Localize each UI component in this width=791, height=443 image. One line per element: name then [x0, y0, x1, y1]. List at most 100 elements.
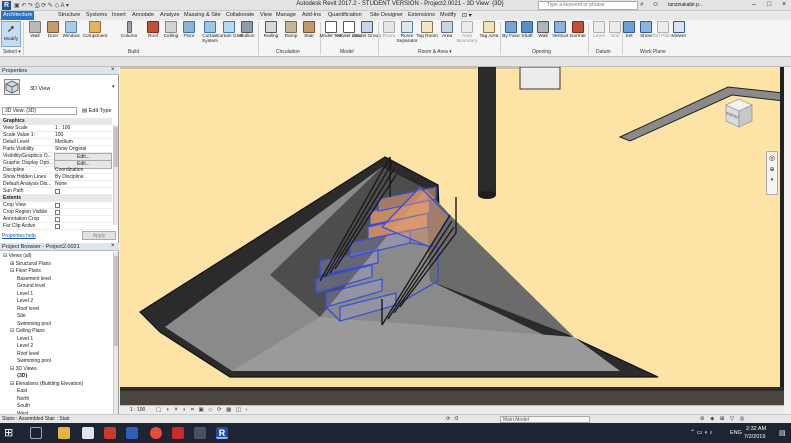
properties-scrollbar[interactable]: [113, 125, 118, 225]
property-row[interactable]: Annotation Crop: [0, 216, 112, 223]
tree-item[interactable]: Roof level: [17, 351, 39, 358]
file-explorer-icon[interactable]: [58, 427, 70, 439]
worksets-icon[interactable]: ⟳: [446, 416, 450, 422]
tab-structure[interactable]: Structure: [56, 11, 82, 20]
tree-item[interactable]: {3D}: [17, 373, 27, 380]
property-row[interactable]: Far Clip Active: [0, 223, 112, 230]
clock-time[interactable]: 2:32 AM: [746, 426, 766, 432]
column-button[interactable]: Column: [120, 21, 138, 47]
property-row[interactable]: Show Hidden Lines By Discipline: [0, 174, 112, 181]
tab-site-designer[interactable]: Site Designer: [368, 11, 405, 20]
property-row[interactable]: Crop View: [0, 202, 112, 209]
property-checkbox[interactable]: [55, 203, 60, 208]
view-scale[interactable]: 1 : 100: [130, 407, 145, 413]
steering-wheel-icon[interactable]: ◎: [767, 154, 777, 162]
tray-icons[interactable]: ⌃ ▭ ◖ ♪: [690, 429, 712, 436]
tree-item[interactable]: Basement level: [17, 276, 51, 283]
tree-item[interactable]: ⊟ Views (all): [3, 253, 32, 260]
property-checkbox[interactable]: [55, 217, 60, 222]
property-row[interactable]: View Scale 1 : 100: [0, 125, 112, 132]
notifications-icon[interactable]: ▤: [779, 429, 786, 437]
tab-analyze[interactable]: Analyze: [158, 11, 182, 20]
maximize-icon[interactable]: □: [762, 0, 776, 10]
viewer-button[interactable]: Viewer: [670, 21, 688, 47]
model-canvas[interactable]: [120, 67, 784, 405]
scroll-thumb[interactable]: [114, 127, 118, 167]
property-value[interactable]: 1 : 100: [54, 125, 112, 132]
property-value[interactable]: None: [54, 181, 112, 188]
windows-start-icon[interactable]: ⊞: [4, 426, 13, 440]
scroll-thumb[interactable]: [114, 256, 118, 346]
view-control-icons[interactable]: ▢ ◑ ☀ ◐ ⌗ ▣ ◇ ⟳ ▦ ◫ ‹: [156, 407, 249, 414]
browser-scrollbar[interactable]: [113, 252, 118, 418]
tree-item[interactable]: Roof level: [17, 306, 39, 313]
group-label-room-area[interactable]: Room & Area ▾: [418, 49, 452, 55]
close-icon[interactable]: ×: [777, 0, 791, 10]
tab-extensions[interactable]: Extensions: [406, 11, 437, 20]
tree-item[interactable]: Level 2: [17, 343, 33, 350]
quick-access-toolbar[interactable]: ▣ ↶ ↷ ⎙ ⟳ ✎ ◇ A ▾: [14, 2, 69, 10]
tab-insert[interactable]: Insert: [110, 11, 128, 20]
property-value[interactable]: Coordination: [54, 167, 112, 174]
view-selector-dropdown[interactable]: 3D View: {3D}: [2, 107, 77, 115]
ribbon-toggle-icon[interactable]: ⊡ ▾: [462, 12, 472, 19]
close-icon[interactable]: ×: [111, 243, 115, 249]
revit-logo-icon[interactable]: R: [2, 1, 11, 10]
edit-type-button[interactable]: ▤ Edit Type: [82, 107, 112, 115]
property-checkbox[interactable]: [55, 210, 60, 215]
type-selector-arrow-icon[interactable]: ▾: [112, 84, 115, 90]
tree-item[interactable]: Site: [17, 313, 26, 320]
property-row[interactable]: Default Analysis Dis... None: [0, 181, 112, 188]
selection-filter-icons[interactable]: ⊘ ◈ ⊞ ▽ ◎: [700, 416, 747, 422]
property-row[interactable]: Parts Visibility Show Original: [0, 146, 112, 153]
app-icon[interactable]: [194, 427, 206, 439]
property-value[interactable]: By Discipline: [54, 174, 112, 181]
search-icon[interactable]: ⌕: [640, 1, 644, 9]
tree-item[interactable]: Ground level: [17, 283, 45, 290]
language-indicator[interactable]: ENG: [730, 430, 742, 436]
office-icon[interactable]: [104, 427, 116, 439]
property-row[interactable]: Detail Level Medium: [0, 139, 112, 146]
tab-massing-site[interactable]: Massing & Site: [182, 11, 223, 20]
tab-architecture[interactable]: Architecture: [1, 11, 35, 20]
tab-view[interactable]: View: [258, 11, 274, 20]
design-option-dropdown[interactable]: Main Model: [500, 416, 590, 423]
tab-quantification[interactable]: Quantification: [326, 11, 364, 20]
tree-item[interactable]: ⊞ Structural Plans: [10, 261, 51, 268]
nav-options-icon[interactable]: ▾: [767, 177, 777, 183]
property-row[interactable]: Visibility/Graphics O... Edit...: [0, 153, 112, 162]
property-value[interactable]: 100: [54, 132, 112, 139]
tree-item[interactable]: ⊟ Elevations (Building Elevation): [10, 381, 83, 388]
view-cube[interactable]: FRONT: [724, 97, 754, 131]
properties-help-link[interactable]: Properties help: [2, 233, 36, 239]
tab-manage[interactable]: Manage: [274, 11, 298, 20]
property-section[interactable]: Graphics: [0, 118, 112, 125]
property-row[interactable]: Discipline Coordination: [0, 167, 112, 174]
tree-item[interactable]: ⊟ Ceiling Plans: [10, 328, 45, 335]
tree-item[interactable]: ⊟ 3D Views: [10, 366, 37, 373]
tree-item[interactable]: South: [17, 403, 30, 410]
tree-item[interactable]: North: [17, 396, 29, 403]
apply-button[interactable]: Apply: [82, 231, 116, 240]
user-label[interactable]: tanzinakabir.p...: [668, 2, 703, 8]
user-icon[interactable]: ☺: [652, 1, 659, 8]
window-button[interactable]: Window: [62, 21, 80, 47]
tree-item[interactable]: Level 2: [17, 298, 33, 305]
modify-button[interactable]: ➚ Modify: [1, 21, 21, 47]
clock-date[interactable]: 7/2/2019: [744, 434, 765, 440]
mullion-button[interactable]: Mullion: [238, 21, 256, 47]
property-row[interactable]: Sun Path: [0, 188, 112, 195]
3d-viewport[interactable]: FRONT ◎ ⊕ ▾: [120, 67, 784, 405]
property-checkbox[interactable]: [55, 224, 60, 229]
store-icon[interactable]: [82, 427, 94, 439]
tab-add-ins[interactable]: Add-Ins: [300, 11, 323, 20]
revit-taskbar-icon[interactable]: R: [216, 427, 228, 439]
tree-item[interactable]: Level 1: [17, 336, 33, 343]
tab-modify[interactable]: Modify: [438, 11, 458, 20]
property-value[interactable]: Show Original: [54, 146, 112, 153]
zoom-icon[interactable]: ⊕: [767, 166, 777, 173]
property-value[interactable]: Medium: [54, 139, 112, 146]
tab-collaborate[interactable]: Collaborate: [224, 11, 256, 20]
property-row[interactable]: Scale Value 1: 100: [0, 132, 112, 139]
tree-item[interactable]: Swimming pool: [17, 358, 51, 365]
